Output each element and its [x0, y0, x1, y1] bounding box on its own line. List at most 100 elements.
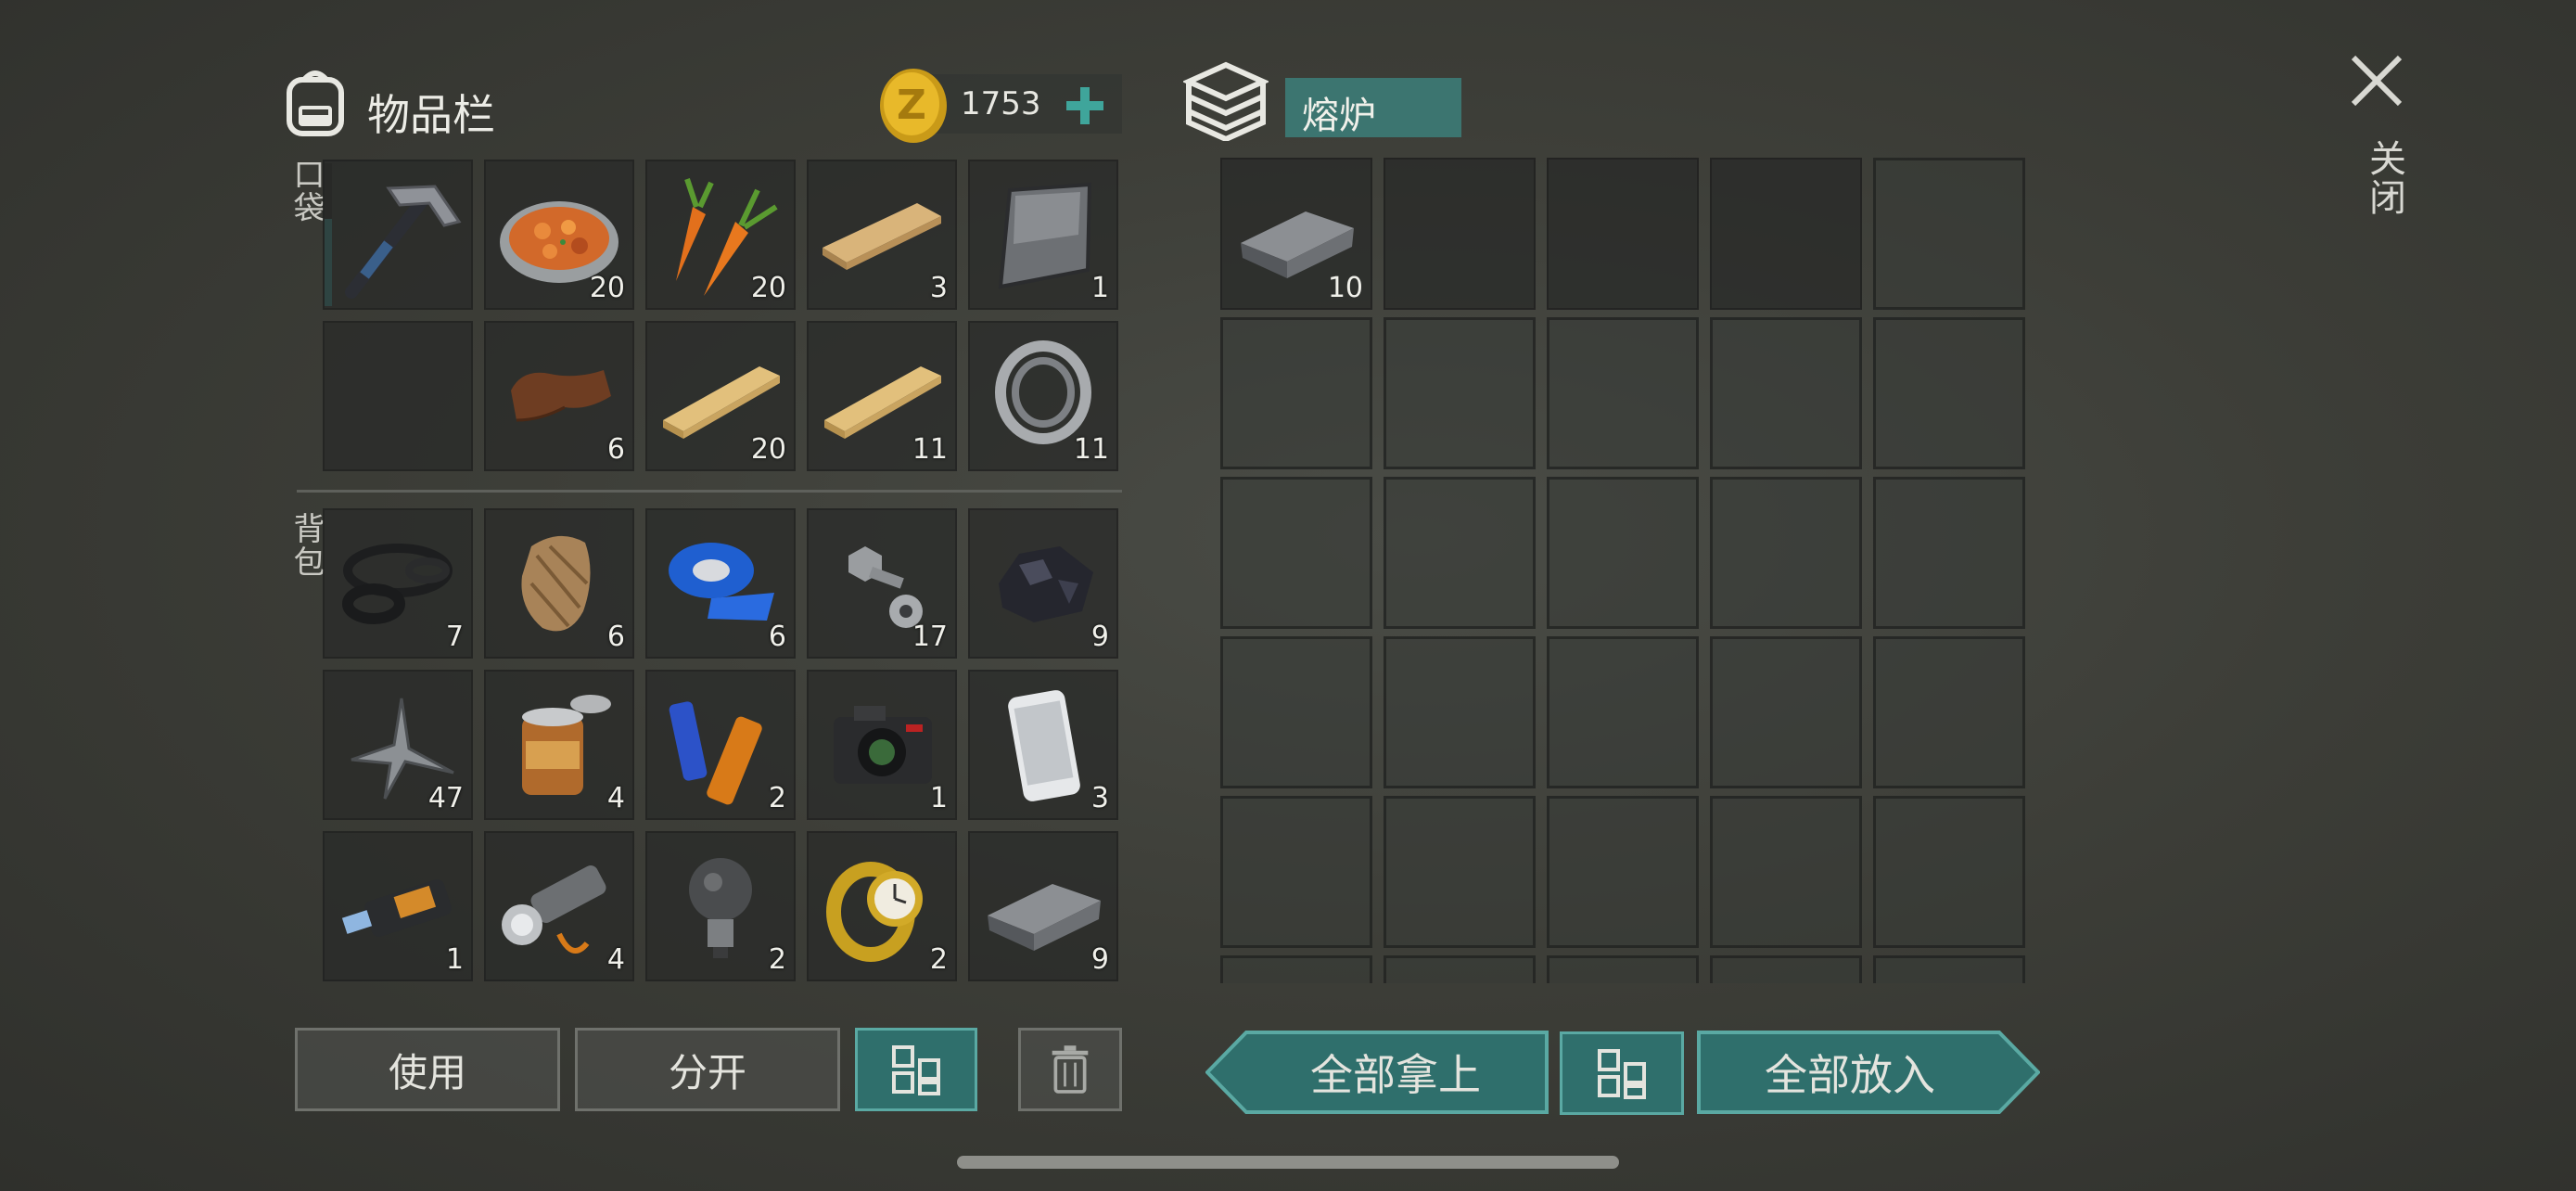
item-count: 6: [768, 621, 786, 653]
item-count: 1: [1090, 272, 1109, 304]
camera-icon: [834, 706, 932, 784]
furnace-slot[interactable]: [1873, 477, 2025, 629]
container-title: 熔炉: [1302, 95, 1376, 137]
pocket-slot-leather[interactable]: 6: [484, 321, 634, 471]
backpack-slot-fur[interactable]: 6: [484, 508, 634, 659]
furnace-slot[interactable]: [1547, 158, 1699, 310]
furnace-slot[interactable]: [1547, 636, 1699, 788]
furnace-slot[interactable]: [1710, 477, 1862, 629]
furnace-slot[interactable]: [1384, 477, 1536, 629]
inventory-title: 物品栏: [367, 90, 495, 140]
backpack-slot-bolts-nuts[interactable]: 17: [807, 508, 957, 659]
furnace-slot[interactable]: [1710, 317, 1862, 469]
use-button[interactable]: 使用: [295, 1028, 560, 1111]
pocket-slot-cooked-food[interactable]: 20: [484, 160, 634, 310]
backpack-slot-wristwatch[interactable]: 2: [807, 831, 957, 981]
iron-ingot-icon: [988, 884, 1101, 951]
furnace-sort-button[interactable]: [1560, 1031, 1684, 1115]
plus-icon: [1066, 87, 1103, 124]
furnace-icon: [1181, 61, 1270, 143]
furnace-slot[interactable]: [1220, 317, 1372, 469]
furnace-slot[interactable]: [1873, 636, 2025, 788]
furnace-slot[interactable]: [1547, 477, 1699, 629]
pocket-slot-wood-plank[interactable]: 11: [807, 321, 957, 471]
fur-icon: [521, 535, 591, 632]
item-count: 11: [912, 433, 948, 466]
item-count: 1: [929, 782, 948, 814]
furnace-slot[interactable]: [1547, 317, 1699, 469]
backpack-slot-smartphone[interactable]: 3: [968, 670, 1118, 820]
furnace-slot-iron-ingot[interactable]: 10: [1220, 158, 1372, 310]
furnace-slot[interactable]: [1873, 317, 2025, 469]
furnace-slot[interactable]: [1710, 955, 1862, 983]
backpack-slot-usb-drive[interactable]: 1: [323, 831, 473, 981]
add-coins-button[interactable]: [1057, 80, 1113, 132]
item-count: 47: [427, 782, 464, 814]
item-count: 3: [1090, 782, 1109, 814]
item-count: 20: [750, 272, 786, 304]
item-count: 2: [768, 943, 786, 976]
backpack-slot-iron-ingot[interactable]: 9: [968, 831, 1118, 981]
put-all-button[interactable]: 全部放入: [1697, 1030, 2040, 1115]
svg-text:Z: Z: [897, 82, 926, 129]
item-count: 4: [606, 782, 625, 814]
item-count: 9: [1090, 943, 1109, 976]
grid-icon: [892, 1045, 940, 1095]
furnace-slot[interactable]: [1384, 636, 1536, 788]
furnace-slot[interactable]: [1384, 955, 1536, 983]
backpack-slot-coal-ore[interactable]: 9: [968, 508, 1118, 659]
delete-button[interactable]: [1018, 1028, 1122, 1111]
pocket-slot-pickaxe[interactable]: [323, 160, 473, 310]
item-count: 10: [1327, 272, 1363, 304]
smartphone-icon: [1008, 690, 1080, 801]
pocket-slot-wood-plank[interactable]: 20: [645, 321, 796, 471]
put-all-label: 全部放入: [1765, 1050, 1935, 1100]
furnace-slot[interactable]: [1220, 796, 1372, 948]
backpack-slot-batteries[interactable]: 2: [645, 670, 796, 820]
item-count: 20: [589, 272, 625, 304]
furnace-slot[interactable]: [1547, 796, 1699, 948]
item-count: 7: [445, 621, 464, 653]
home-indicator[interactable]: [957, 1156, 1619, 1169]
pocket-slot-empty[interactable]: [323, 321, 473, 471]
pocket-slot-carrot[interactable]: 20: [645, 160, 796, 310]
take-all-label: 全部拿上: [1310, 1050, 1481, 1100]
backpack-slot-blue-tape[interactable]: 6: [645, 508, 796, 659]
furnace-slot[interactable]: [1873, 796, 2025, 948]
furnace-slot[interactable]: [1384, 317, 1536, 469]
item-count: 2: [929, 943, 948, 976]
furnace-grid: 10: [1220, 158, 2025, 983]
close-label[interactable]: 关闭: [2357, 139, 2411, 217]
coin-icon: Z: [877, 67, 950, 145]
furnace-slot[interactable]: [1710, 636, 1862, 788]
wood-board-icon: [823, 203, 941, 270]
item-count: 6: [606, 621, 625, 653]
furnace-slot[interactable]: [1710, 158, 1862, 310]
close-icon: [2351, 55, 2403, 107]
backpack-slot-tin-can[interactable]: 4: [484, 670, 634, 820]
item-count: 17: [912, 621, 948, 653]
pocket-slot-wood-board[interactable]: 3: [807, 160, 957, 310]
pocket-slot-metal-plate[interactable]: 1: [968, 160, 1118, 310]
take-all-button[interactable]: 全部拿上: [1205, 1030, 1549, 1115]
backpack-slot-flashlight[interactable]: 4: [484, 831, 634, 981]
item-count: 1: [445, 943, 464, 976]
furnace-slot[interactable]: [1547, 955, 1699, 983]
furnace-slot[interactable]: [1220, 955, 1372, 983]
backpack-slot-rubber-rings[interactable]: 7: [323, 508, 473, 659]
furnace-slot[interactable]: [1220, 477, 1372, 629]
backpack-slot-scrap-metal[interactable]: 47: [323, 670, 473, 820]
furnace-slot[interactable]: [1220, 636, 1372, 788]
backpack-slot-camera[interactable]: 1: [807, 670, 957, 820]
furnace-slot[interactable]: [1384, 158, 1536, 310]
furnace-slot[interactable]: [1710, 796, 1862, 948]
split-button[interactable]: 分开: [575, 1028, 840, 1111]
furnace-slot[interactable]: [1384, 796, 1536, 948]
furnace-slot[interactable]: [1873, 955, 2025, 983]
furnace-slot[interactable]: [1873, 158, 2025, 310]
close-button[interactable]: [2346, 50, 2407, 111]
sort-grid-button[interactable]: [855, 1028, 977, 1111]
item-count: 3: [929, 272, 948, 304]
backpack-slot-light-bulb[interactable]: 2: [645, 831, 796, 981]
pocket-slot-bearing[interactable]: 11: [968, 321, 1118, 471]
